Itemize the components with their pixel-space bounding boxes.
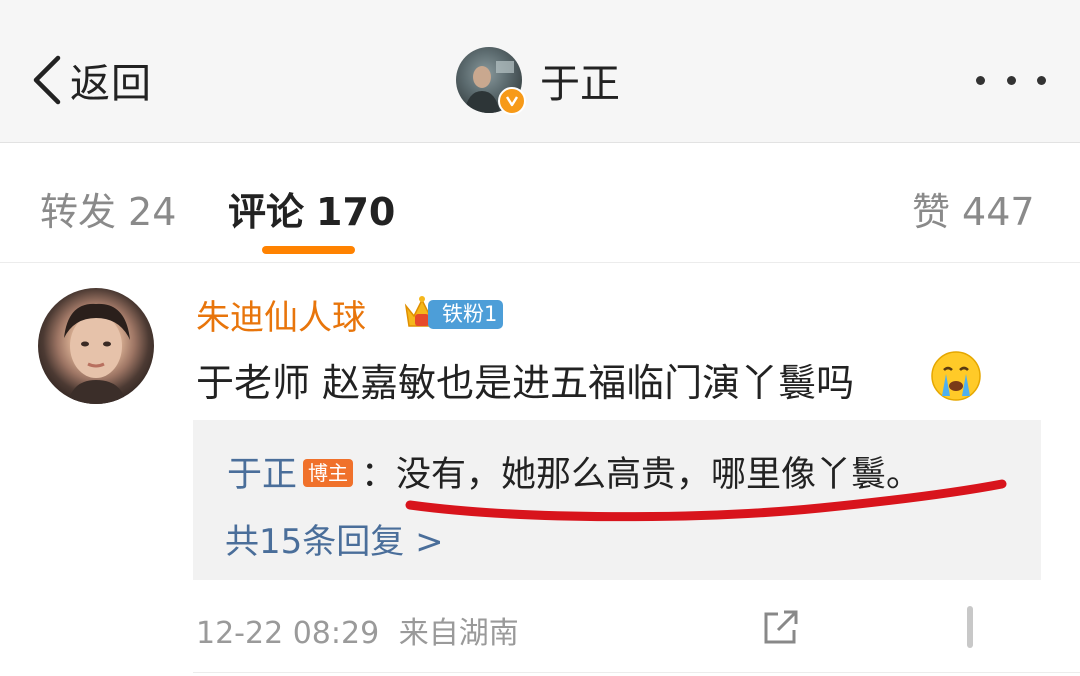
more-options-button[interactable] bbox=[976, 70, 1046, 90]
blogger-badge: 博主 bbox=[303, 459, 354, 487]
tab-repost-count: 24 bbox=[128, 190, 177, 234]
reply-separator: ： bbox=[361, 455, 397, 495]
verified-icon bbox=[498, 87, 526, 115]
comment-text: 于老师 赵嘉敏也是进五福临门演丫鬟吗 bbox=[196, 361, 855, 405]
reply-text: 没有，她那么高贵，哪里像丫鬟。 bbox=[396, 455, 922, 495]
more-dot-icon bbox=[1037, 75, 1046, 85]
divider bbox=[193, 672, 1080, 673]
tab-bar: 转发 24 评论 170 赞 447 bbox=[0, 143, 1080, 263]
back-button[interactable]: 返回 bbox=[30, 50, 152, 110]
scrollbar[interactable] bbox=[967, 606, 973, 648]
tab-likes-label: 赞 bbox=[912, 190, 951, 234]
profile-header[interactable]: 于正 bbox=[456, 46, 620, 115]
tab-repost-label: 转发 bbox=[40, 190, 117, 234]
tab-comments-label: 评论 bbox=[228, 190, 305, 234]
commenter-username[interactable]: 朱迪仙人球 bbox=[196, 290, 366, 339]
tab-comments-count: 170 bbox=[316, 190, 396, 234]
crying-face-icon bbox=[931, 351, 981, 401]
tab-likes[interactable]: 赞 447 bbox=[912, 181, 1035, 236]
tab-likes-count: 447 bbox=[962, 190, 1035, 234]
avatar[interactable] bbox=[456, 47, 526, 115]
view-all-replies-link[interactable]: 共15条回复 > bbox=[225, 514, 444, 563]
reply-preview[interactable]: 于正 博主 ：没有，她那么高贵，哪里像丫鬟。 共15条回复 > bbox=[193, 420, 1041, 580]
back-label: 返回 bbox=[70, 61, 152, 107]
comment-meta: 12-22 08:29 来自湖南 bbox=[196, 608, 519, 652]
more-dot-icon bbox=[976, 75, 985, 85]
commenter-avatar[interactable] bbox=[38, 288, 154, 404]
fan-level-badge: 铁粉1 bbox=[428, 300, 504, 329]
commenter-face bbox=[64, 303, 130, 404]
top-nav-bar: 返回 于正 bbox=[0, 0, 1080, 143]
share-icon[interactable] bbox=[762, 610, 800, 646]
reply-line: 于正 博主 ：没有，她那么高贵，哪里像丫鬟。 bbox=[227, 446, 921, 497]
tab-comments[interactable]: 评论 170 bbox=[228, 181, 395, 236]
more-dot-icon bbox=[1006, 75, 1016, 85]
comment-timestamp: 12-22 08:29 bbox=[196, 616, 380, 651]
tab-repost[interactable]: 转发 24 bbox=[40, 181, 176, 236]
comment-source: 来自湖南 bbox=[398, 616, 519, 651]
chevron-left-icon bbox=[33, 55, 61, 105]
active-tab-indicator bbox=[262, 246, 355, 254]
page-title: 于正 bbox=[540, 61, 620, 107]
reply-username[interactable]: 于正 bbox=[227, 455, 297, 495]
